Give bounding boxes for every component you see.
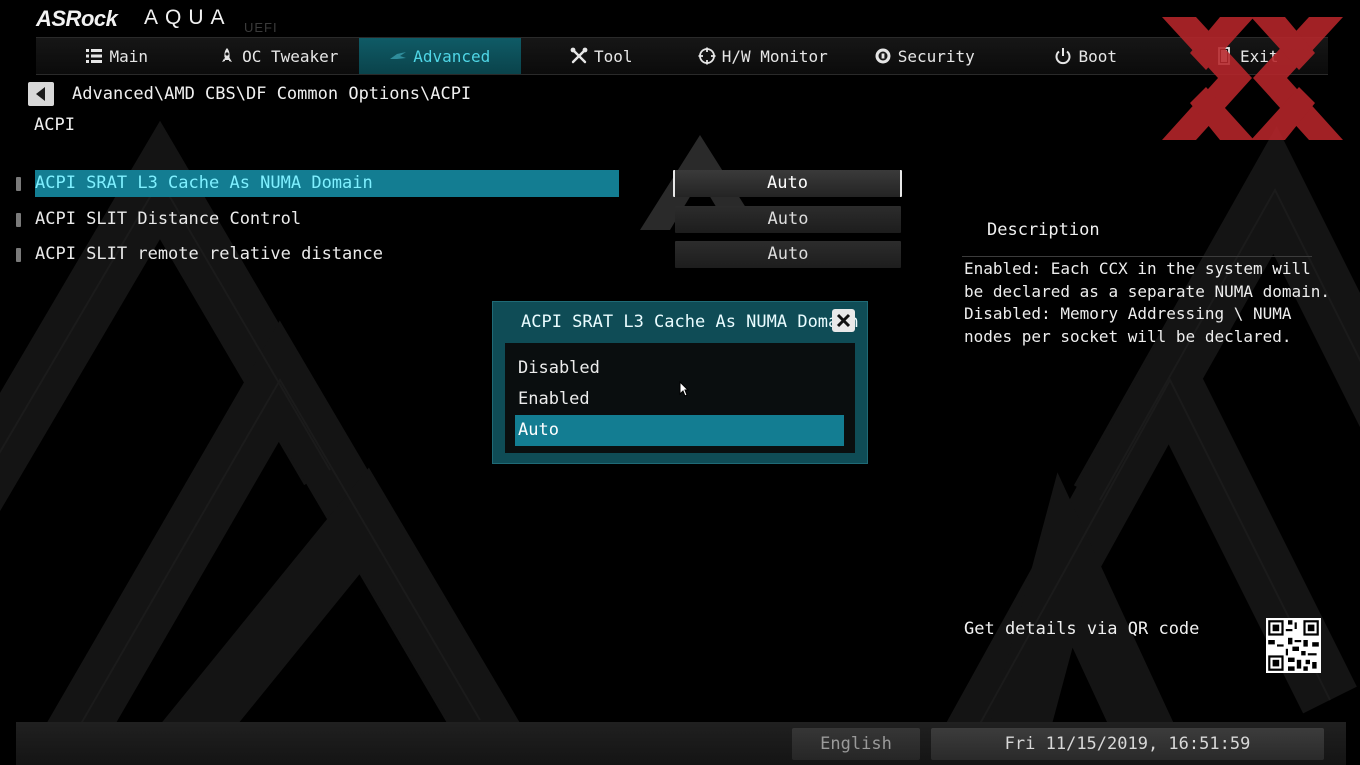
popup-option-list: Disabled Enabled Auto [505, 343, 855, 453]
tab-security[interactable]: Security [844, 38, 1006, 74]
mouse-cursor-icon [679, 381, 689, 397]
monitor-target-icon [698, 47, 716, 65]
setting-label: ACPI SLIT remote relative distance [35, 244, 383, 264]
setting-value-button[interactable]: Auto [675, 206, 901, 233]
tab-tool-label: Tool [593, 46, 633, 66]
tab-hw-monitor[interactable]: H/W Monitor [682, 38, 844, 74]
page-title: ACPI [34, 115, 75, 135]
brand-name: ASRock [36, 6, 118, 31]
main-navigation: Main OC Tweaker Advanced Tool H/W Monito… [36, 37, 1328, 75]
setting-row-srat-l3-numa[interactable]: ACPI SRAT L3 Cache As NUMA Domain Auto [12, 170, 912, 198]
description-text: Enabled: Each CCX in the system will be … [964, 259, 1331, 346]
tab-tool[interactable]: Tool [521, 38, 683, 74]
setting-row-slit-remote-distance[interactable]: ACPI SLIT remote relative distance Auto [12, 241, 912, 269]
qr-code[interactable] [1266, 618, 1321, 673]
close-icon [836, 313, 851, 328]
tab-boot[interactable]: Boot [1005, 38, 1167, 74]
setting-label: ACPI SLIT Distance Control [35, 209, 302, 229]
popup-option-auto[interactable]: Auto [515, 415, 844, 446]
tab-advanced[interactable]: Advanced [359, 38, 521, 74]
description-divider [962, 256, 1312, 257]
popup-close-button[interactable] [832, 309, 855, 332]
tab-advanced-label: Advanced [413, 46, 491, 66]
row-handle [16, 177, 21, 191]
breadcrumb: Advanced\AMD CBS\DF Common Options\ACPI [72, 84, 472, 104]
tab-hw-monitor-label: H/W Monitor [721, 46, 828, 66]
language-button[interactable]: English [792, 728, 920, 760]
row-handle [16, 248, 21, 262]
tab-oc-tweaker[interactable]: OC Tweaker [198, 38, 360, 74]
rocket-icon [222, 48, 233, 62]
brand-product: AQUA [144, 6, 232, 29]
tab-boot-label: Boot [1078, 46, 1118, 66]
tools-icon [570, 47, 588, 64]
back-button[interactable] [28, 82, 54, 106]
power-icon [1055, 48, 1071, 65]
arrow-left-icon [36, 87, 45, 101]
datetime-display[interactable]: Fri 11/15/2019, 16:51:59 [931, 728, 1324, 760]
tab-security-label: Security [897, 46, 975, 66]
popup-title: ACPI SRAT L3 Cache As NUMA Domain [521, 312, 859, 332]
list-icon [86, 49, 103, 63]
setting-label: ACPI SRAT L3 Cache As NUMA Domain [35, 170, 619, 197]
setting-value-button[interactable]: Auto [675, 241, 901, 268]
setting-value-button[interactable]: Auto [673, 170, 902, 197]
row-handle [16, 213, 21, 227]
description-title: Description [987, 220, 1100, 240]
qr-label: Get details via QR code [964, 619, 1200, 639]
advanced-icon [390, 52, 407, 59]
popup-option-disabled[interactable]: Disabled [515, 353, 844, 384]
xx-logo [1162, 17, 1343, 140]
shield-icon [875, 48, 891, 64]
tab-main-label: Main [109, 46, 149, 66]
setting-row-slit-distance-control[interactable]: ACPI SLIT Distance Control Auto [12, 206, 912, 234]
tab-oc-tweaker-label: OC Tweaker [242, 46, 339, 66]
tab-main[interactable]: Main [36, 38, 198, 74]
brand-suffix: UEFI [244, 20, 278, 35]
